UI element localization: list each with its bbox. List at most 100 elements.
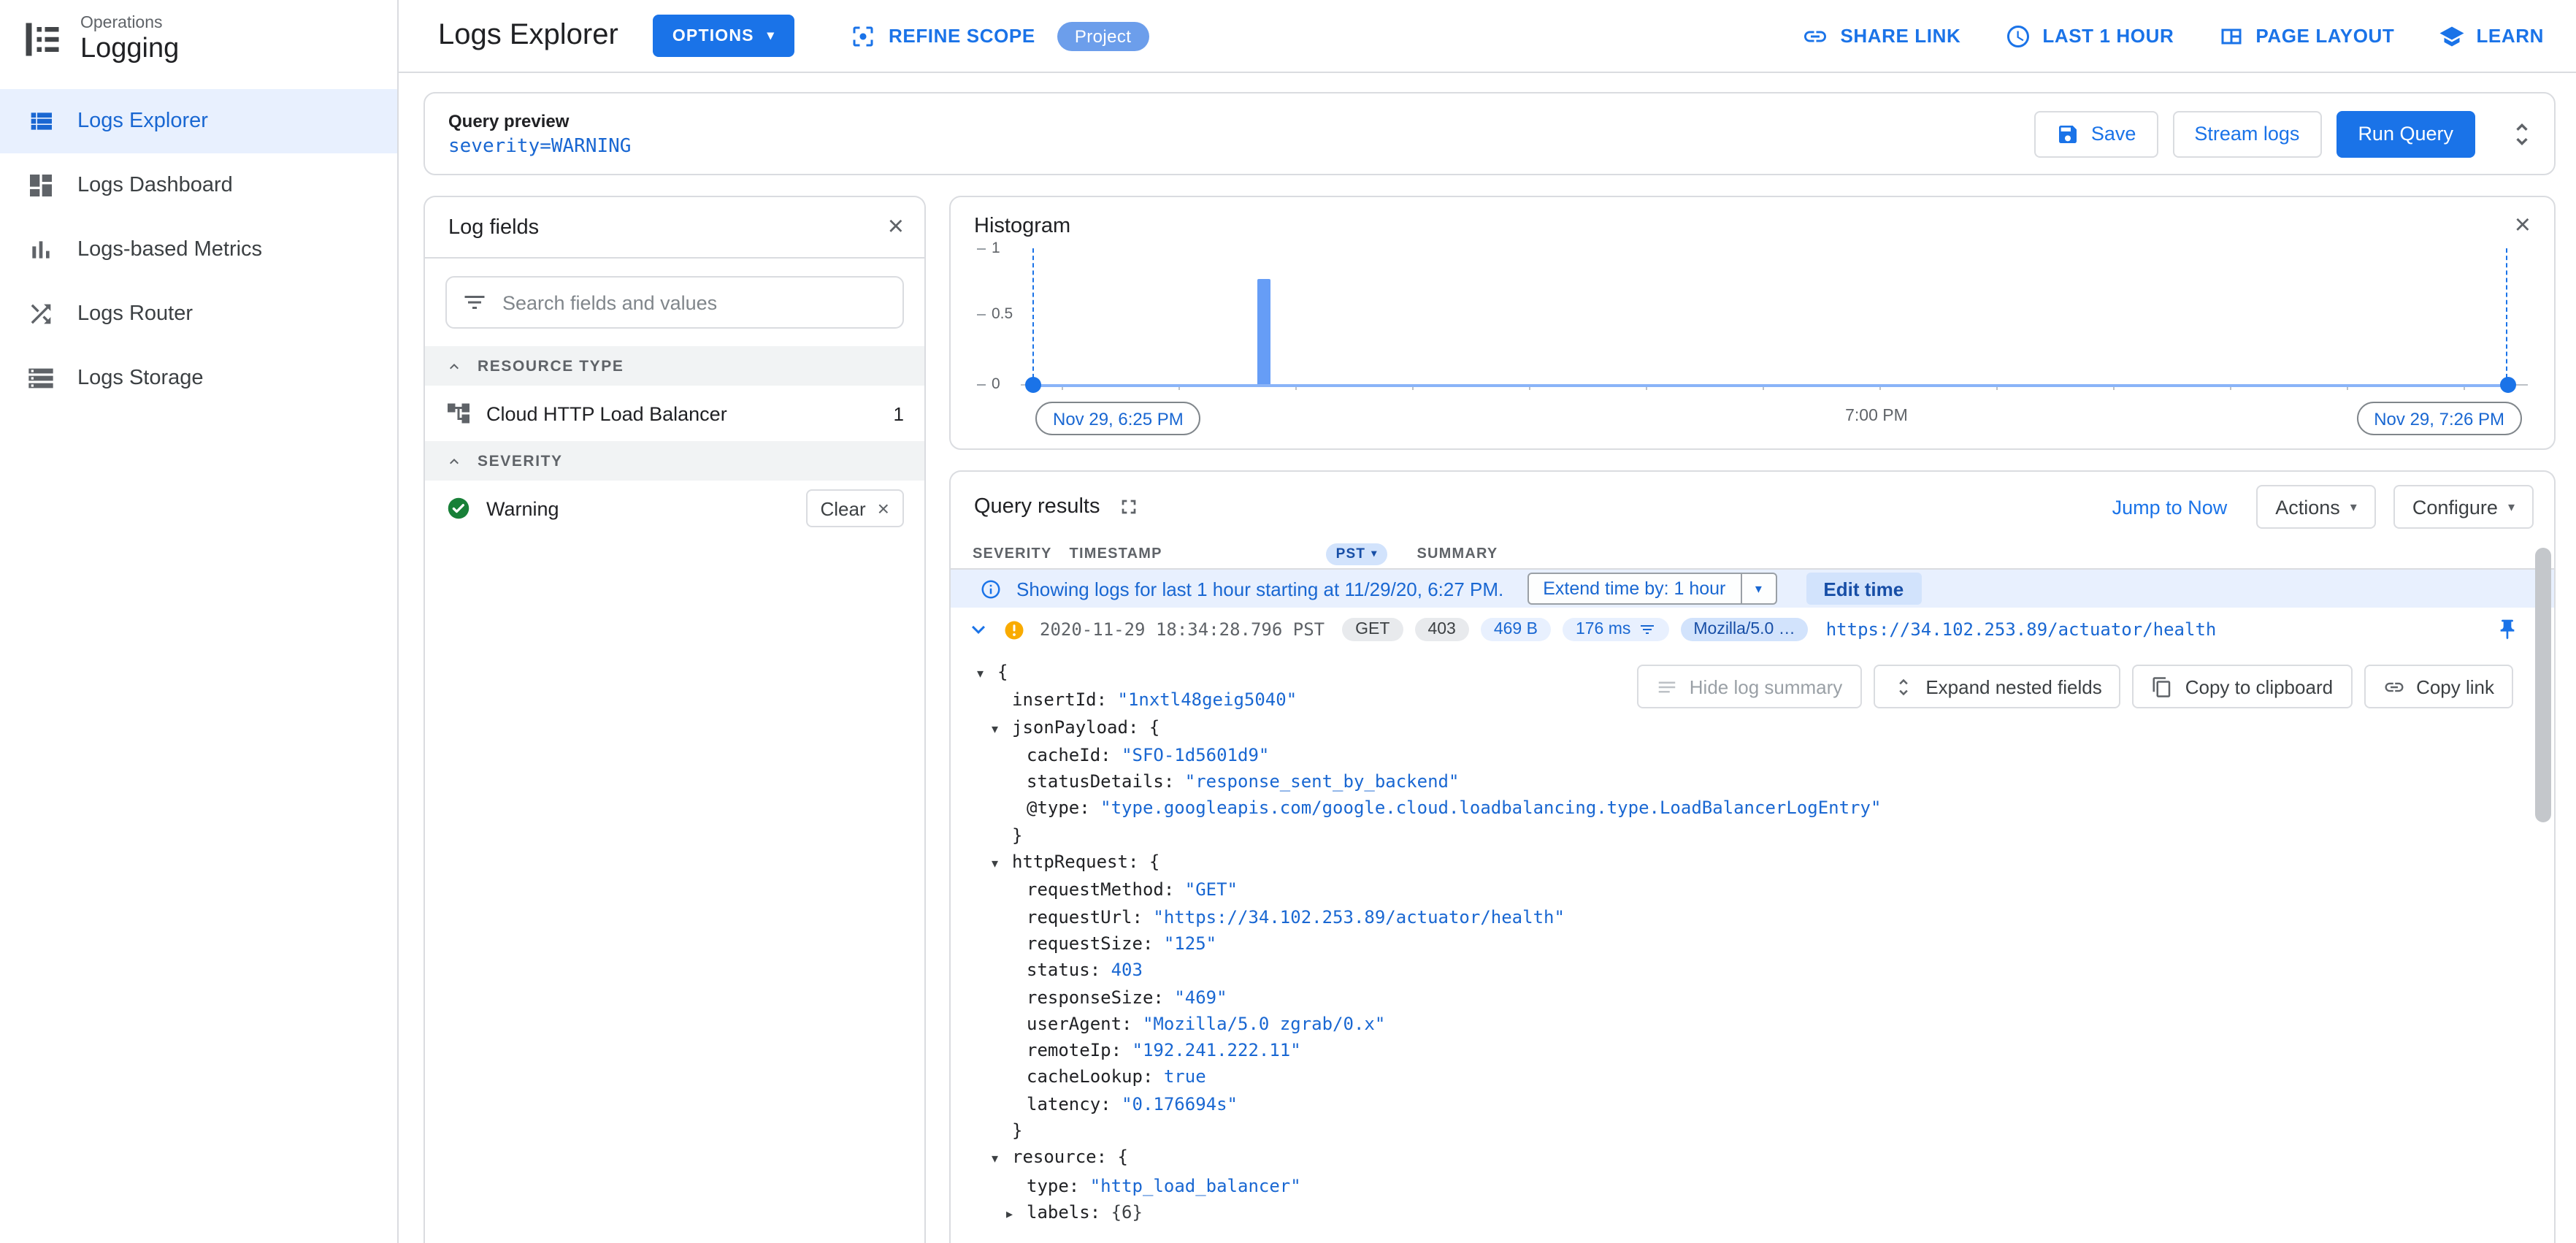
query-preview-label: Query preview (448, 110, 570, 131)
learn-icon (2438, 23, 2464, 49)
query-text[interactable]: severity=WARNING (448, 135, 631, 157)
json-key: insertId: (1012, 689, 1118, 711)
resource-row-cloud-http-load-balancer[interactable]: Cloud HTTP Load Balancer 1 (425, 386, 924, 441)
edit-time-button[interactable]: Edit time (1806, 573, 1922, 605)
close-log-fields-button[interactable]: × (888, 213, 904, 241)
right-column: Histogram × 1 0.5 0 Nov 29, 6:25 PM 7:00… (949, 196, 2556, 1243)
page-layout-button[interactable]: PAGE LAYOUT (2217, 23, 2394, 49)
log-fields-title: Log fields (448, 215, 540, 239)
bar-chart-icon (26, 235, 55, 264)
top-bar: Logs Explorer OPTIONS ▾ REFINE SCOPE Pro… (399, 0, 2576, 73)
json-line: type: "http_load_balancer" (977, 1172, 2554, 1199)
json-key: httpRequest: (1012, 852, 1149, 873)
results-scrollbar[interactable] (2535, 548, 2551, 822)
json-value: } (1012, 825, 1023, 846)
json-value: { (997, 662, 1008, 682)
scope-badge[interactable]: Project (1057, 21, 1149, 50)
latency-badge[interactable]: 176 ms (1562, 618, 1669, 641)
caret-down-icon: ▾ (767, 28, 775, 42)
refine-scope-button[interactable]: REFINE SCOPE Project (849, 21, 1149, 50)
extend-time-select[interactable]: Extend time by: 1 hour ▾ (1527, 573, 1777, 605)
range-start-handle[interactable] (1025, 377, 1041, 393)
layout-icon (2217, 23, 2244, 49)
end-time-chip[interactable]: Nov 29, 7:26 PM (2356, 402, 2522, 435)
timezone-chip[interactable]: PST ▾ (1325, 543, 1388, 565)
json-value: 403 (1111, 960, 1143, 981)
caret-down-icon: ▾ (2350, 499, 2357, 513)
load-balancer-icon (445, 400, 472, 427)
copy-to-clipboard-button[interactable]: Copy to clipboard (2132, 665, 2353, 708)
sidebar-item-logs-based-metrics[interactable]: Logs-based Metrics (0, 218, 397, 282)
status-badge[interactable]: 403 (1414, 618, 1469, 641)
share-link-button[interactable]: SHARE LINK (1802, 23, 1960, 49)
extend-time-label: Extend time by: 1 hour (1543, 578, 1726, 599)
method-badge[interactable]: GET (1342, 618, 1403, 641)
json-line: ▾ jsonPayload: { (977, 714, 2554, 742)
collapse-node-icon[interactable]: ▾ (992, 850, 1012, 877)
hide-log-summary-label: Hide log summary (1689, 676, 1843, 697)
resource-type-section-header[interactable]: RESOURCE TYPE (425, 346, 924, 386)
json-line: userAgent: "Mozilla/5.0 zgrab/0.x" (977, 1011, 2554, 1038)
time-range-button[interactable]: LAST 1 HOUR (2004, 23, 2174, 49)
log-json-view: ▾{insertId: "1nxtl48geig5040" ▾ jsonPayloa… (951, 651, 2554, 1243)
hide-log-summary-button: Hide log summary (1636, 665, 1862, 708)
options-button[interactable]: OPTIONS ▾ (653, 15, 794, 57)
sidebar-item-label: Logs Router (77, 302, 193, 326)
sidebar-item-logs-explorer[interactable]: Logs Explorer (0, 89, 397, 153)
y-tick-label: 0.5 (992, 305, 1013, 323)
sidebar-item-logs-dashboard[interactable]: Logs Dashboard (0, 153, 397, 218)
warning-severity-icon (1003, 619, 1025, 640)
run-query-button[interactable]: Run Query (2336, 110, 2475, 157)
notes-icon (1656, 676, 1678, 697)
json-line: cacheId: "SFO-1d5601d9" (977, 742, 2554, 769)
range-end-handle[interactable] (2500, 377, 2516, 393)
collapse-query-panel-button[interactable] (2507, 110, 2537, 157)
expand-nested-fields-button[interactable]: Expand nested fields (1873, 665, 2121, 708)
fullscreen-icon[interactable] (1117, 495, 1141, 519)
collapse-node-icon[interactable]: ▾ (992, 1146, 1012, 1173)
stream-logs-button[interactable]: Stream logs (2172, 110, 2322, 157)
severity-row-warning[interactable]: Warning Clear × (425, 481, 924, 536)
caret-down-icon: ▾ (1740, 574, 1775, 603)
section-label: RESOURCE TYPE (478, 357, 624, 375)
collapse-node-icon[interactable]: ▾ (992, 715, 1012, 742)
copy-link-button[interactable]: Copy link (2364, 665, 2513, 708)
collapse-node-icon[interactable]: ▾ (977, 660, 997, 687)
log-fields-panel: Log fields × RESOURCE TYPE Cloud HTTP Lo… (423, 196, 926, 1243)
configure-button[interactable]: Configure ▾ (2393, 485, 2534, 529)
info-message: Showing logs for last 1 hour starting at… (1016, 578, 1504, 600)
learn-button[interactable]: LEARN (2438, 23, 2544, 49)
json-value: "type.googleapis.com/google.cloud.loadba… (1100, 798, 1882, 819)
close-histogram-button[interactable]: × (2515, 212, 2531, 240)
save-label: Save (2090, 123, 2136, 145)
options-label: OPTIONS (672, 27, 754, 45)
copy-icon (2152, 676, 2174, 697)
json-key: remoteIp: (1027, 1040, 1132, 1061)
log-entry-row[interactable]: 2020-11-29 18:34:28.796 PST GET 403 469 … (951, 608, 2554, 651)
collapse-entry-icon[interactable] (965, 616, 992, 643)
user-agent-badge[interactable]: Mozilla/5.0 … (1680, 618, 1809, 641)
fields-search-input[interactable] (502, 291, 888, 313)
info-bar: Showing logs for last 1 hour starting at… (951, 570, 2554, 608)
start-time-chip[interactable]: Nov 29, 6:25 PM (1035, 402, 1201, 435)
json-line: remoteIp: "192.241.222.11" (977, 1037, 2554, 1064)
clear-severity-filter-button[interactable]: Clear × (805, 489, 904, 527)
save-button[interactable]: Save (2033, 110, 2158, 157)
configure-label: Configure (2412, 496, 2498, 518)
log-fields-header: Log fields × (425, 197, 924, 259)
actions-button[interactable]: Actions ▾ (2256, 485, 2376, 529)
json-line: latency: "0.176694s" (977, 1091, 2554, 1118)
sidebar-item-logs-storage[interactable]: Logs Storage (0, 346, 397, 410)
check-circle-icon (445, 495, 472, 521)
unfold-more-icon (2507, 119, 2537, 148)
histogram-title: Histogram (974, 214, 1071, 237)
caret-down-icon: ▾ (1371, 549, 1378, 559)
refine-scope-label: REFINE SCOPE (889, 25, 1035, 47)
expand-node-icon[interactable]: ▸ (1006, 1201, 1027, 1228)
sidebar-item-logs-router[interactable]: Logs Router (0, 282, 397, 346)
jump-to-now-button[interactable]: Jump to Now (2112, 496, 2228, 518)
pin-icon[interactable] (2496, 618, 2519, 641)
severity-section-header[interactable]: SEVERITY (425, 441, 924, 481)
response-size-badge[interactable]: 469 B (1480, 618, 1551, 641)
query-preview-box: Query preview severity=WARNING Save Stre… (423, 92, 2556, 175)
